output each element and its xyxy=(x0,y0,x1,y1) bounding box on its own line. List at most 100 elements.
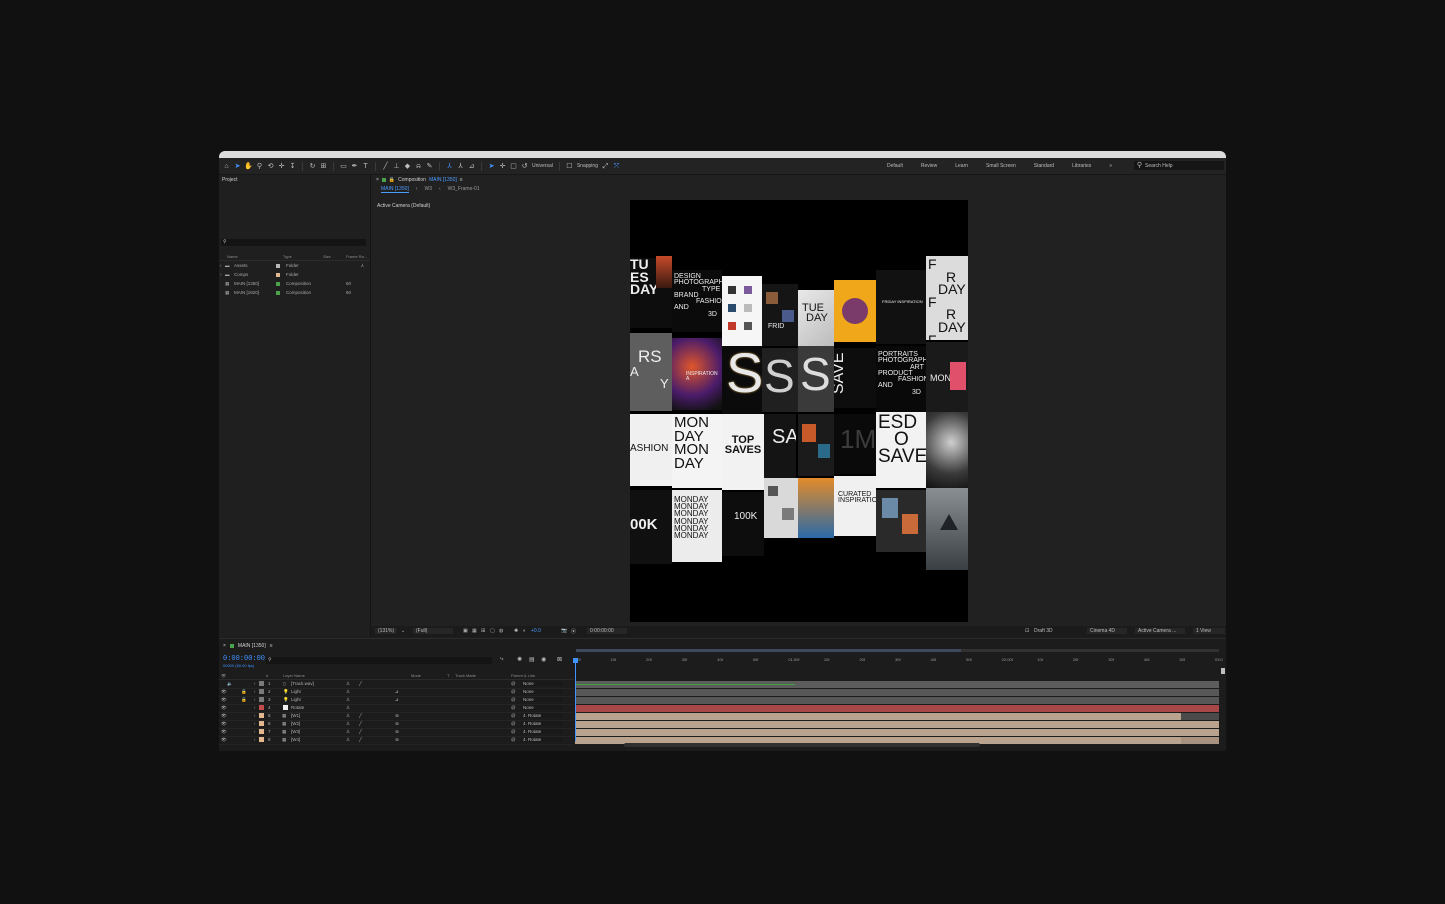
label-color-swatch[interactable] xyxy=(259,713,264,718)
transparency-grid-icon[interactable]: ▦ xyxy=(472,628,477,634)
composition-tab[interactable]: × 🔒 Composition MAIN [1350] ≡ xyxy=(376,177,463,183)
panel-menu-icon[interactable]: ≡ xyxy=(460,177,463,183)
track-bar-w3[interactable] xyxy=(575,729,1219,736)
color-management-icon[interactable]: ✺ xyxy=(514,628,518,634)
parent-dropdown[interactable]: None xyxy=(521,705,563,710)
quality-icon[interactable]: ╱ xyxy=(359,721,362,727)
pen-tool-icon[interactable]: ✒ xyxy=(351,163,358,170)
chevron-down-icon[interactable]: ⌄ xyxy=(401,628,405,634)
column-name[interactable]: Name xyxy=(227,254,238,259)
layer-name[interactable]: [W2] xyxy=(291,721,300,726)
3d-layer-icon[interactable]: ⊚ xyxy=(395,729,399,735)
3d-layer-icon[interactable]: ⊚ xyxy=(395,737,399,743)
layer-name[interactable]: Light xyxy=(291,689,301,694)
crumb-w3-frame[interactable]: W3_Frame-01 xyxy=(448,186,480,193)
pan-camera-icon[interactable]: ✛ xyxy=(278,163,285,170)
shy-icon[interactable]: ♙ xyxy=(346,689,350,695)
lock-icon[interactable]: 🔒 xyxy=(389,177,395,183)
graph-editor-icon[interactable]: ⊠ xyxy=(557,656,562,663)
draft-3d-toggle-icon[interactable]: ✺ xyxy=(517,656,522,663)
3d-layer-icon[interactable]: ⊿ xyxy=(395,697,399,703)
composition-flowchart-icon[interactable]: ⤷ xyxy=(500,656,503,663)
disclosure-arrow-icon[interactable]: › xyxy=(254,721,256,726)
orbit-camera-icon[interactable]: ⟲ xyxy=(267,163,274,170)
layer-row[interactable]: 👁 › 8 ▦ [W4] ♙ ╱ ⊚ @ 4. Rotate xyxy=(219,736,574,745)
project-item[interactable]: › ▬ Comps Folder xyxy=(219,271,370,279)
label-color-swatch[interactable] xyxy=(259,681,264,686)
column-mode[interactable]: Mode xyxy=(411,673,421,678)
track-bar-w1[interactable] xyxy=(575,713,1181,720)
parent-dropdown[interactable]: 4. Rotate xyxy=(521,737,563,742)
guides-icon[interactable]: ⊞ xyxy=(481,628,485,634)
visibility-eye-icon[interactable]: 👁 xyxy=(221,729,227,735)
layer-name[interactable]: [Track.wav] xyxy=(291,681,314,686)
axis-mode-label[interactable]: Universal xyxy=(532,163,553,169)
label-color-swatch[interactable] xyxy=(276,282,280,286)
workspace-small-screen[interactable]: Small Screen xyxy=(977,163,1025,169)
3d-layer-icon[interactable]: ⊿ xyxy=(395,689,399,695)
label-color-swatch[interactable] xyxy=(276,273,280,277)
shy-icon[interactable]: ♙ xyxy=(346,721,350,727)
scale-gizmo-icon[interactable]: ▢ xyxy=(510,163,517,170)
parent-dropdown[interactable]: None xyxy=(521,681,563,686)
column-type[interactable]: Type xyxy=(283,254,292,259)
work-area-bar[interactable] xyxy=(576,649,961,652)
label-color-swatch[interactable] xyxy=(259,721,264,726)
shy-icon[interactable]: ♙ xyxy=(346,713,350,719)
view-layout-dropdown[interactable]: 1 View xyxy=(1193,628,1225,634)
crumb-main[interactable]: MAIN [1350] xyxy=(381,186,409,193)
color-channel-icon[interactable]: ◍ xyxy=(499,628,503,634)
workspace-libraries[interactable]: Libraries xyxy=(1063,163,1100,169)
label-color-swatch[interactable] xyxy=(259,705,264,710)
move-gizmo-icon[interactable]: ➤ xyxy=(488,163,495,170)
zoom-tool-icon[interactable]: ⚲ xyxy=(256,163,263,170)
pickwhip-icon[interactable]: @ xyxy=(511,681,516,686)
track-bar-light[interactable] xyxy=(575,697,1219,704)
pickwhip-icon[interactable]: @ xyxy=(511,705,516,710)
disclosure-arrow-icon[interactable]: › xyxy=(254,705,256,710)
quality-icon[interactable]: ╱ xyxy=(359,737,362,743)
lock-icon[interactable]: 🔒 xyxy=(241,697,247,703)
column-frame-rate[interactable]: Frame Ra... xyxy=(346,254,367,259)
column-layer-name[interactable]: Layer Name xyxy=(283,673,305,678)
eraser-tool-icon[interactable]: ◆ xyxy=(404,163,411,170)
visibility-eye-icon[interactable]: 👁 xyxy=(221,697,227,703)
shy-icon[interactable]: ♙ xyxy=(346,697,350,703)
puppet-pin-icon[interactable]: ✎ xyxy=(426,163,433,170)
label-color-swatch[interactable] xyxy=(259,737,264,742)
type-tool-icon[interactable]: T xyxy=(362,163,369,170)
home-icon[interactable]: ⌂ xyxy=(223,163,230,170)
panel-menu-icon[interactable]: ≡ xyxy=(270,643,273,649)
layer-name[interactable]: [W1] xyxy=(291,713,300,718)
disclosure-arrow-icon[interactable]: › xyxy=(254,729,256,734)
rotation-tool-icon[interactable]: ↻ xyxy=(309,163,316,170)
timeline-timecode[interactable]: 0:00:00:00 xyxy=(223,655,265,663)
workspace-default[interactable]: Default xyxy=(878,163,912,169)
roto-brush-icon[interactable]: ⍾ xyxy=(415,163,422,170)
column-parent[interactable]: Parent & Link xyxy=(511,673,535,678)
parent-dropdown[interactable]: 4. Rotate xyxy=(521,721,563,726)
column-size[interactable]: Size xyxy=(323,254,331,259)
search-help-field[interactable]: ⚲ Search Help xyxy=(1134,161,1224,170)
quality-icon[interactable]: ╱ xyxy=(359,681,362,687)
parent-dropdown[interactable]: None xyxy=(521,697,563,702)
label-color-swatch[interactable] xyxy=(276,264,280,268)
track-bar-rotate[interactable] xyxy=(575,705,1219,712)
shy-icon[interactable]: ♙ xyxy=(346,681,350,687)
dolly-camera-icon[interactable]: ↧ xyxy=(289,163,296,170)
layer-name[interactable]: [W3] xyxy=(291,729,300,734)
disclosure-arrow-icon[interactable]: › xyxy=(254,689,256,694)
parent-dropdown[interactable]: 4. Rotate xyxy=(521,713,563,718)
playhead[interactable] xyxy=(575,661,576,741)
view-axis-icon[interactable]: ⊿ xyxy=(468,163,475,170)
visibility-eye-icon[interactable]: 👁 xyxy=(221,737,227,743)
snapping-label[interactable]: Snapping xyxy=(577,163,598,169)
project-search-input[interactable]: ⚲ xyxy=(221,239,366,246)
parent-dropdown[interactable]: None xyxy=(521,689,563,694)
3d-layer-icon[interactable]: ⊚ xyxy=(395,713,399,719)
disclosure-arrow-icon[interactable]: › xyxy=(254,681,256,686)
snap-targets-icon[interactable]: ⤧ xyxy=(613,163,620,170)
hide-shy-layers-icon[interactable]: ▤ xyxy=(529,656,535,663)
pickwhip-icon[interactable]: @ xyxy=(511,737,516,742)
rectangle-tool-icon[interactable]: ▭ xyxy=(340,163,347,170)
